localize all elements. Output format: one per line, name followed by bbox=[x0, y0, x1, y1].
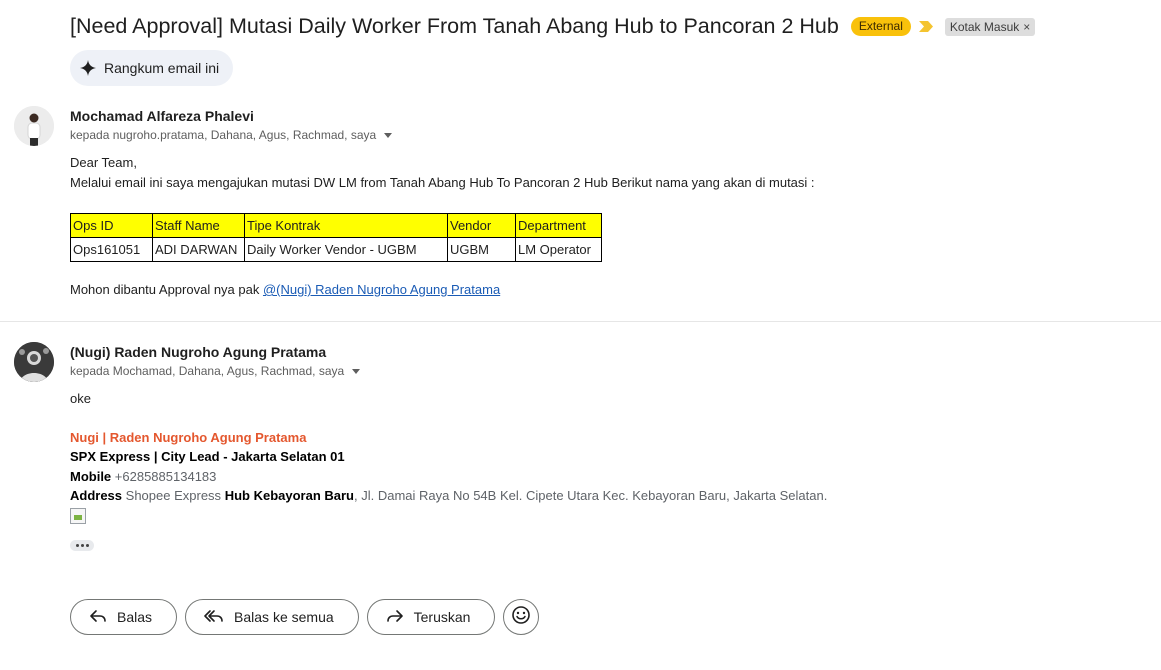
sender-name[interactable]: Mochamad Alfareza Phalevi bbox=[70, 108, 254, 124]
recipients-line: kepada nugroho.pratama, Dahana, Agus, Ra… bbox=[70, 128, 393, 142]
table-header-cell: Vendor bbox=[447, 213, 516, 238]
recipients-text: kepada Mochamad, Dahana, Agus, Rachmad, … bbox=[70, 364, 345, 378]
reply-icon bbox=[89, 607, 107, 628]
reply-all-button[interactable]: Balas ke semua bbox=[185, 599, 359, 635]
table-header-cell: Ops ID bbox=[70, 213, 153, 238]
signature-title-line: SPX Express | City Lead - Jakarta Selata… bbox=[70, 447, 345, 467]
subject-row: [Need Approval] Mutasi Daily Worker From… bbox=[70, 14, 1036, 39]
table-header-cell: Department bbox=[515, 213, 602, 238]
signature-address-part4: Kel. Cipete Utara Kec. Kebayoran Baru, J… bbox=[499, 488, 828, 503]
recipients-text: kepada nugroho.pratama, Dahana, Agus, Ra… bbox=[70, 128, 377, 142]
forward-button[interactable]: Teruskan bbox=[366, 599, 496, 635]
chevron-down-icon[interactable] bbox=[384, 132, 393, 138]
email-subject: [Need Approval] Mutasi Daily Worker From… bbox=[70, 14, 839, 38]
summarize-label: Rangkum email ini bbox=[104, 60, 220, 76]
dot bbox=[75, 544, 79, 547]
sender-name[interactable]: (Nugi) Raden Nugroho Agung Pratama bbox=[70, 344, 326, 360]
reply-all-label: Balas ke semua bbox=[234, 609, 334, 625]
emoji-icon bbox=[511, 605, 531, 630]
remove-label-icon[interactable]: × bbox=[1023, 20, 1030, 34]
table-header-row: Ops ID Staff Name Tipe Kontrak Vendor De… bbox=[70, 213, 602, 238]
external-badge: External bbox=[850, 17, 911, 36]
message-closing: Mohon dibantu Approval nya pak @(Nugi) R… bbox=[70, 280, 500, 300]
forward-label: Teruskan bbox=[413, 609, 471, 625]
emoji-reaction-button[interactable] bbox=[503, 599, 540, 635]
table-cell: ADI DARWAN bbox=[152, 237, 245, 262]
show-trimmed-content-button[interactable] bbox=[70, 540, 94, 551]
forward-icon bbox=[386, 607, 404, 628]
signature-address-label: Address bbox=[70, 488, 123, 503]
table-cell: LM Operator bbox=[515, 237, 602, 262]
importance-marker-icon[interactable] bbox=[918, 21, 935, 33]
sparkle-icon bbox=[80, 60, 96, 76]
message-divider bbox=[0, 321, 1161, 322]
reply-button[interactable]: Balas bbox=[70, 599, 178, 635]
signature-address-part2: Hub Kebayoran Baru bbox=[224, 488, 354, 503]
label-chip-text: Kotak Masuk bbox=[949, 19, 1020, 34]
table-cell: UGBM bbox=[447, 237, 516, 262]
signature-address-part1: Shopee Express bbox=[125, 488, 222, 503]
message-greeting: Dear Team, bbox=[70, 155, 137, 170]
signature-mobile-label: Mobile bbox=[70, 469, 112, 484]
signature-title: SPX Express | City Lead - Jakarta Selata… bbox=[70, 449, 345, 464]
message-body: oke bbox=[70, 391, 91, 406]
dot bbox=[80, 544, 84, 547]
reply-label: Balas bbox=[117, 609, 153, 625]
table-header-cell: Staff Name bbox=[152, 213, 245, 238]
table-row: Ops161051 ADI DARWAN Daily Worker Vendor… bbox=[70, 237, 602, 262]
broken-image-icon bbox=[70, 508, 86, 524]
sender-avatar[interactable] bbox=[14, 342, 54, 382]
sender-avatar[interactable] bbox=[14, 106, 54, 146]
signature-address-part3: , Jl. Damai Raya No 54B bbox=[354, 488, 497, 503]
message-intro: Melalui email ini saya mengajukan mutasi… bbox=[70, 175, 815, 190]
mention-link[interactable]: @(Nugi) Raden Nugroho Agung Pratama bbox=[263, 282, 500, 297]
table-cell: Daily Worker Vendor - UGBM bbox=[244, 237, 448, 262]
mutation-table: Ops ID Staff Name Tipe Kontrak Vendor De… bbox=[70, 213, 602, 262]
signature-address-line: Address Shopee Express Hub Kebayoran Bar… bbox=[70, 486, 827, 506]
summarize-email-button[interactable]: Rangkum email ini bbox=[70, 50, 234, 86]
reply-actions: Balas Balas ke semua Teruskan bbox=[70, 599, 540, 635]
table-cell: Ops161051 bbox=[70, 237, 153, 262]
signature-name: Nugi | Raden Nugroho Agung Pratama bbox=[70, 430, 307, 445]
table-header-cell: Tipe Kontrak bbox=[244, 213, 448, 238]
closing-text: Mohon dibantu Approval nya pak bbox=[70, 282, 263, 297]
signature-mobile-value: +6285885134183 bbox=[114, 469, 217, 484]
chevron-down-icon[interactable] bbox=[352, 368, 361, 374]
recipients-line: kepada Mochamad, Dahana, Agus, Rachmad, … bbox=[70, 364, 361, 378]
reply-all-icon bbox=[204, 607, 224, 628]
signature-mobile-line: Mobile +6285885134183 bbox=[70, 467, 216, 487]
dot bbox=[85, 544, 89, 547]
label-chip-inbox[interactable]: Kotak Masuk × bbox=[944, 17, 1036, 36]
